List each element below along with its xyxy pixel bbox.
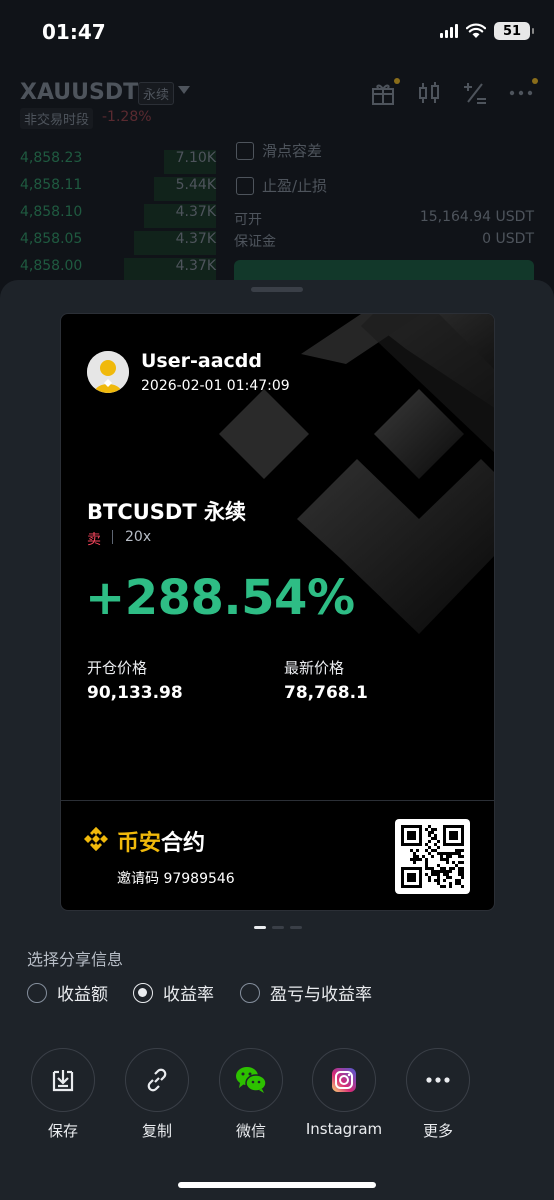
orderbook-row[interactable]: 4,858.10 4.37K xyxy=(20,204,216,228)
share-sheet: User-aacdd 2026-02-01 01:47:09 BTCUSDT 永… xyxy=(0,280,554,1200)
orderbook-row[interactable]: 4,858.00 4.37K xyxy=(20,258,216,282)
orderbook-qty: 4.37K xyxy=(175,258,216,274)
available-row: 可开 15,164.94 USDT xyxy=(234,209,534,229)
orderbook-qty: 5.44K xyxy=(175,177,216,193)
card-divider xyxy=(61,800,494,801)
slippage-checkbox[interactable] xyxy=(236,141,254,160)
candlestick-icon[interactable] xyxy=(416,80,442,106)
gift-icon[interactable] xyxy=(370,78,400,106)
radio-button[interactable] xyxy=(27,982,47,1003)
orderbook-row[interactable]: 4,858.11 5.44K xyxy=(20,177,216,201)
instagram-label: Instagram xyxy=(305,1120,383,1138)
save-button[interactable]: 保存 xyxy=(13,1048,113,1141)
last-price-label: 最新价格 xyxy=(284,659,345,677)
option-pnl-amount[interactable]: 收益额 xyxy=(27,980,108,1005)
option-pnl-rate[interactable]: 收益率 xyxy=(133,980,214,1005)
timestamp: 2026-02-01 01:47:09 xyxy=(141,378,290,394)
tpsl-label: 止盈/止损 xyxy=(262,177,328,195)
copy-link-button[interactable]: 复制 xyxy=(107,1048,207,1141)
session-tag: 非交易时段 xyxy=(20,108,94,129)
open-price: 90,133.98 xyxy=(87,683,183,703)
qr-code xyxy=(395,819,470,894)
username: User-aacdd xyxy=(141,350,262,372)
wechat-icon xyxy=(236,1067,267,1093)
page-indicator xyxy=(254,926,302,929)
page-dot[interactable] xyxy=(290,926,302,929)
radio-button[interactable] xyxy=(240,982,260,1003)
slippage-option[interactable]: 滑点容差 xyxy=(236,140,322,161)
save-label: 保存 xyxy=(47,1122,78,1140)
home-indicator[interactable] xyxy=(178,1182,376,1188)
orderbook-price: 4,858.11 xyxy=(20,177,83,193)
link-icon xyxy=(147,1068,167,1092)
orderbook-price: 4,858.05 xyxy=(20,231,83,247)
trading-pair: BTCUSDT 永续 xyxy=(87,500,246,524)
status-time: 01:47 xyxy=(42,20,106,44)
perp-tag: 永续 xyxy=(138,82,175,105)
orderbook-row[interactable]: 4,858.05 4.37K xyxy=(20,231,216,255)
invite-code: 邀请码 97989546 xyxy=(117,871,235,887)
calculator-icon[interactable] xyxy=(462,80,488,106)
open-price-label: 开仓价格 xyxy=(87,659,148,677)
share-info-title: 选择分享信息 xyxy=(27,950,124,969)
orderbook-row[interactable]: 4,858.23 7.10K xyxy=(20,150,216,174)
option-label: 盈亏与收益率 xyxy=(270,985,372,1005)
margin-value: 0 USDT xyxy=(482,231,534,247)
tpsl-checkbox[interactable] xyxy=(236,176,254,195)
chevron-down-icon[interactable] xyxy=(178,86,190,94)
brand-name: 币安合约 xyxy=(117,825,205,857)
orderbook-price: 4,858.00 xyxy=(20,258,83,274)
option-label: 收益额 xyxy=(57,985,108,1005)
share-actions: 保存 复制 微信 Instagram 更多 xyxy=(0,1048,554,1144)
slippage-label: 滑点容差 xyxy=(262,142,323,160)
brand-name-b: 合约 xyxy=(161,831,206,856)
header-actions xyxy=(370,78,538,106)
orderbook-price: 4,858.23 xyxy=(20,150,83,166)
more-label: 更多 xyxy=(422,1122,453,1140)
more-button[interactable]: 更多 xyxy=(388,1048,488,1141)
pnl-percent: +288.54% xyxy=(85,570,355,626)
orderbook-qty: 4.37K xyxy=(175,231,216,247)
copy-label: 复制 xyxy=(141,1122,172,1140)
page-dot[interactable] xyxy=(272,926,284,929)
more-menu-icon[interactable] xyxy=(508,78,538,106)
available-label: 可开 xyxy=(234,212,262,228)
symbol-title[interactable]: XAUUSDT xyxy=(20,80,138,105)
instagram-icon xyxy=(332,1068,356,1092)
sheet-handle[interactable] xyxy=(251,287,303,292)
wifi-icon xyxy=(466,23,486,38)
option-label: 收益率 xyxy=(163,985,214,1005)
binance-logo-icon xyxy=(84,827,108,851)
instagram-button[interactable]: Instagram xyxy=(294,1048,394,1138)
price-change: -1.28% xyxy=(102,109,152,125)
wechat-label: 微信 xyxy=(235,1122,266,1140)
wechat-button[interactable]: 微信 xyxy=(201,1048,301,1141)
orderbook-price: 4,858.10 xyxy=(20,204,83,220)
status-icons: 51 xyxy=(440,22,534,40)
share-card: User-aacdd 2026-02-01 01:47:09 BTCUSDT 永… xyxy=(60,313,495,911)
more-icon xyxy=(426,1077,450,1083)
last-price: 78,768.1 xyxy=(284,683,368,703)
brand-name-a: 币安 xyxy=(117,831,162,856)
battery-icon: 51 xyxy=(494,22,534,40)
leverage: 20x xyxy=(125,529,152,545)
option-pnl-and-rate[interactable]: 盈亏与收益率 xyxy=(240,980,372,1005)
signal-icon xyxy=(440,24,458,38)
radio-button-selected[interactable] xyxy=(133,982,153,1003)
status-bar: 01:47 51 xyxy=(0,0,554,64)
position-side: 卖 xyxy=(87,532,101,548)
available-value: 15,164.94 USDT xyxy=(419,209,534,225)
divider xyxy=(112,530,113,544)
page-dot-active[interactable] xyxy=(254,926,266,929)
margin-row: 保证金 0 USDT xyxy=(234,231,534,251)
save-icon xyxy=(52,1070,74,1092)
orderbook-qty: 4.37K xyxy=(175,204,216,220)
tpsl-option[interactable]: 止盈/止损 xyxy=(236,175,327,196)
margin-label: 保证金 xyxy=(234,234,276,250)
orderbook-qty: 7.10K xyxy=(175,150,216,166)
avatar xyxy=(87,351,129,393)
